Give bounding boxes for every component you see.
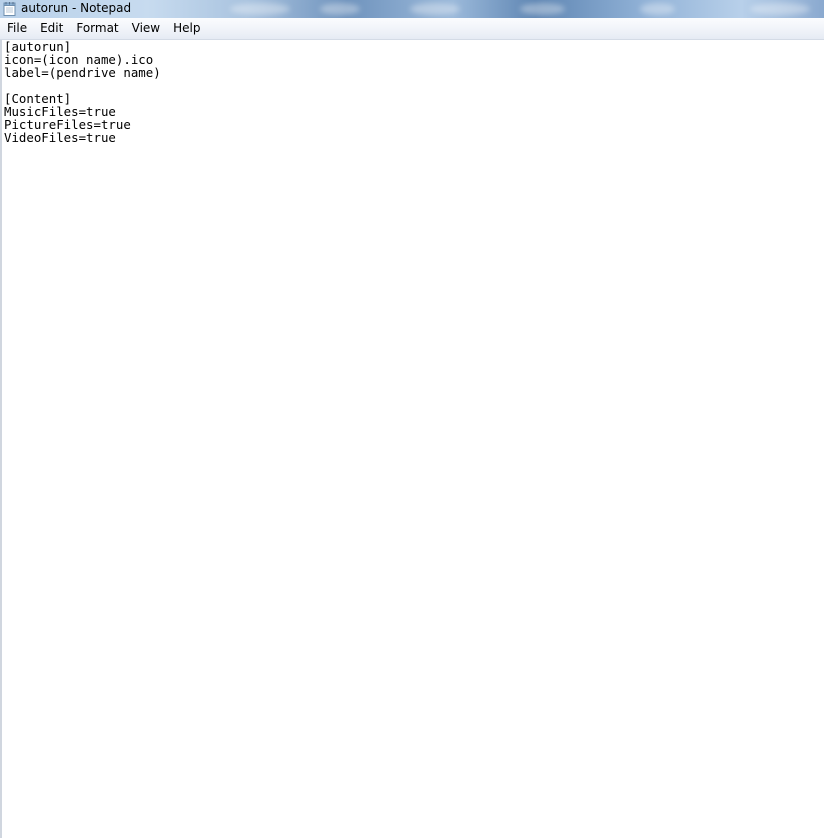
notepad-window: autorun - Notepad File Edit Format View …	[0, 0, 824, 838]
menu-bar: File Edit Format View Help	[0, 18, 824, 40]
text-editor-area[interactable]: [autorun] icon=(icon name).ico label=(pe…	[0, 40, 824, 838]
window-title: autorun - Notepad	[21, 1, 132, 15]
menu-help[interactable]: Help	[167, 19, 206, 38]
editor-content[interactable]: [autorun] icon=(icon name).ico label=(pe…	[2, 40, 824, 144]
menu-format[interactable]: Format	[70, 19, 124, 38]
notepad-icon[interactable]	[3, 1, 16, 16]
menu-view[interactable]: View	[126, 19, 166, 38]
editor-line: VideoFiles=true	[4, 130, 116, 145]
menu-file[interactable]: File	[1, 19, 33, 38]
menu-edit[interactable]: Edit	[34, 19, 69, 38]
editor-line: label=(pendrive name)	[4, 65, 161, 80]
title-bar[interactable]: autorun - Notepad	[0, 0, 824, 18]
